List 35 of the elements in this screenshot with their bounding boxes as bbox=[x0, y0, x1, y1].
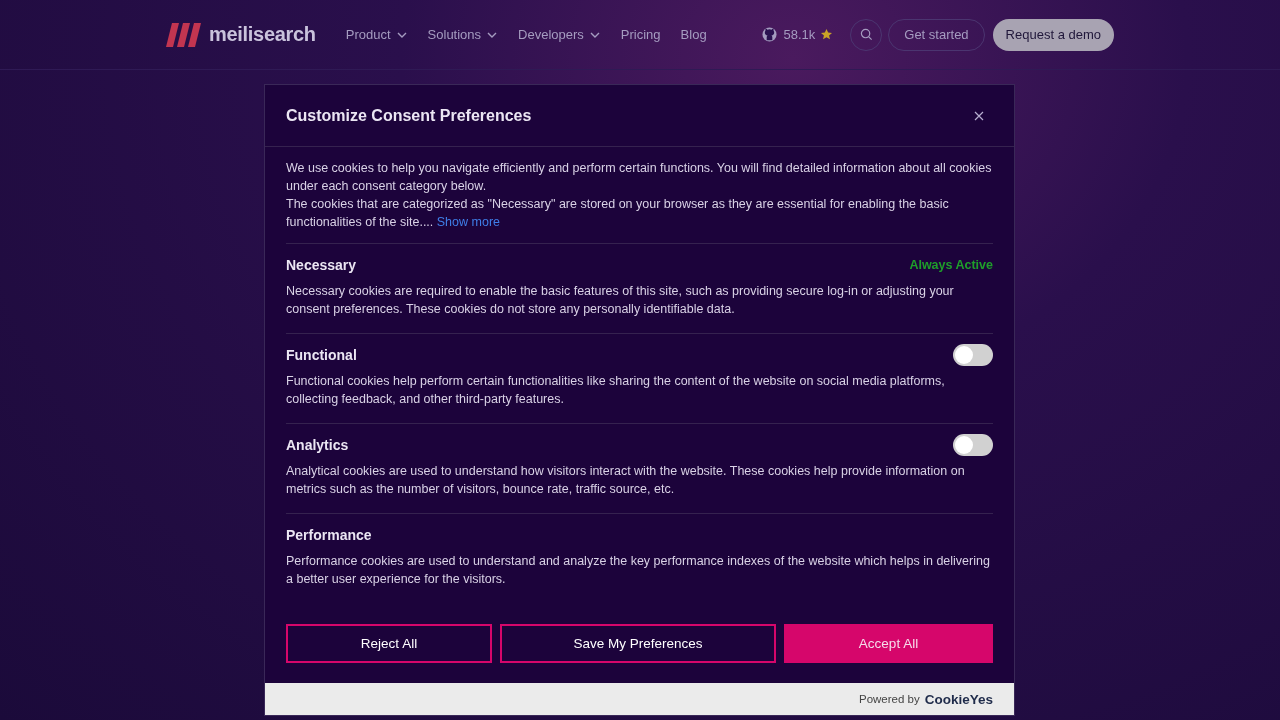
category-description: Analytical cookies are used to understand how visitors interact with the website. These cookies help provide information on metrics such as the number of visitors, bounce rate, traffic source, etc. bbox=[286, 463, 966, 498]
logo-wordmark[interactable]: meilisearch bbox=[209, 23, 316, 46]
intro-text: We use cookies to help you navigate efficiently and perform certain functions. You will find detailed information about all cookies under each consent category below. bbox=[286, 160, 993, 195]
nav-link[interactable]: Pricing bbox=[620, 27, 661, 42]
preference-button[interactable]: Save My Preferences bbox=[500, 624, 776, 663]
request-demo-button[interactable]: Request a demo bbox=[992, 18, 1114, 51]
nav-link[interactable]: Developers bbox=[518, 27, 601, 42]
nav-link[interactable]: Product bbox=[345, 27, 408, 42]
search-icon[interactable] bbox=[859, 28, 873, 41]
chevron-down-icon[interactable] bbox=[486, 30, 499, 39]
category-title[interactable]: Performance bbox=[286, 527, 372, 543]
dialog-title: Customize Consent Preferences bbox=[286, 106, 532, 125]
github-icon[interactable] bbox=[762, 27, 778, 42]
chevron-down-icon[interactable] bbox=[395, 30, 408, 39]
chevron-down-icon[interactable] bbox=[588, 30, 601, 39]
category-title[interactable]: Necessary bbox=[286, 257, 357, 273]
star-icon bbox=[821, 29, 833, 40]
accept-all-button[interactable]: Accept All bbox=[784, 624, 993, 663]
nav-link[interactable]: Solutions bbox=[427, 27, 499, 42]
always-active-label: Always Active bbox=[909, 258, 993, 272]
brand-logo[interactable]: CookieYes bbox=[924, 691, 993, 707]
logo-icon bbox=[166, 22, 202, 47]
intro-text: The cookies that are categorized as "Necessary" are stored on your browser as they are essential for enabling the basic functionalities of the site.... Show more bbox=[286, 195, 993, 244]
category-title[interactable]: Functional bbox=[286, 347, 357, 363]
show-more-link[interactable]: Show more bbox=[436, 215, 500, 229]
toggle-switch[interactable] bbox=[953, 344, 993, 366]
star-count: 58.1k bbox=[783, 27, 816, 42]
powered-by-text: Powered by bbox=[858, 693, 920, 705]
category-description: Necessary cookies are required to enable the basic features of this site, such as providing secure log-in or adjusting your consent preferences. These cookies do not store any personally identifiable data. bbox=[286, 283, 955, 318]
category-title[interactable]: Analytics bbox=[286, 437, 349, 453]
preference-button[interactable]: Reject All bbox=[286, 624, 492, 663]
category-description: Functional cookies help perform certain functionalities like sharing the content of the website on social media platforms, collecting feedback, and other third-party features. bbox=[286, 373, 946, 408]
category-description: Performance cookies are used to understand and analyze the key performance indexes of the website which helps in delivering a better user experience for the visitors. bbox=[286, 553, 991, 588]
nav-link[interactable]: Blog bbox=[680, 27, 707, 42]
toggle-switch[interactable] bbox=[953, 434, 993, 456]
